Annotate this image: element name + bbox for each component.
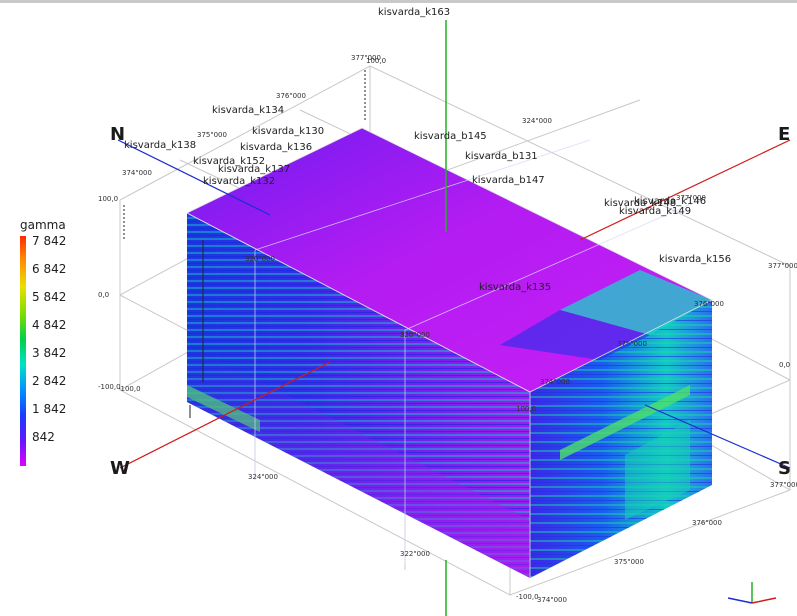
- axis-tick: 375"000: [617, 340, 647, 348]
- well-label[interactable]: kisvarda_b131: [465, 151, 538, 162]
- well-label[interactable]: kisvarda_b145: [414, 131, 487, 142]
- axis-tick: 100,0: [366, 57, 386, 65]
- axis-tick: 0,0: [98, 291, 109, 299]
- well-label[interactable]: kisvarda_b147: [472, 175, 545, 186]
- axis-tick: 374"000: [537, 596, 567, 604]
- axis-tick: 376"000: [276, 92, 306, 100]
- axis-tick: 374"000: [540, 378, 570, 386]
- axis-tick: 0,0: [779, 361, 790, 369]
- axis-tick: -100,0: [516, 593, 539, 601]
- well-label[interactable]: kisvarda_k132: [203, 176, 275, 187]
- compass-west: W: [110, 458, 130, 479]
- volume-scene[interactable]: N E W S kisvarda_k163 kisvarda_k134 kisv…: [0, 0, 797, 616]
- well-label[interactable]: kisvarda_k130: [252, 126, 324, 137]
- well-label[interactable]: kisvarda_k134: [212, 105, 284, 116]
- axis-tick: 320"000: [245, 255, 275, 263]
- orientation-triad-icon: [727, 582, 777, 604]
- legend-label: 5 842: [32, 290, 67, 304]
- legend-label: 3 842: [32, 346, 67, 360]
- viewer-canvas[interactable]: N E W S kisvarda_k163 kisvarda_k134 kisv…: [0, 0, 797, 616]
- legend-label: 1 842: [32, 402, 67, 416]
- axis-tick: 375"000: [197, 131, 227, 139]
- axis-tick: -100,0: [118, 385, 141, 393]
- axis-tick: 376"000: [692, 519, 722, 527]
- compass-east: E: [778, 124, 790, 145]
- axis-tick: 324"000: [522, 117, 552, 125]
- axis-tick: 377"000: [676, 194, 706, 202]
- gamma-color-legend: gamma 7 842 6 842 5 842 4 842 3 842 2 84…: [14, 218, 84, 468]
- legend-label: 2 842: [32, 374, 67, 388]
- axis-tick: 324"000: [248, 473, 278, 481]
- legend-label: 7 842: [32, 234, 67, 248]
- well-label[interactable]: kisvarda_k156: [659, 254, 731, 265]
- well-label[interactable]: kisvarda_k135: [479, 282, 551, 293]
- compass-south: S: [778, 458, 791, 479]
- axis-tick: 375"000: [614, 558, 644, 566]
- axis-tick: 374"000: [122, 169, 152, 177]
- axis-tick: 322"000: [400, 550, 430, 558]
- legend-label: 4 842: [32, 318, 67, 332]
- axis-tick: 100,0: [516, 405, 536, 413]
- legend-title: gamma: [20, 218, 66, 232]
- legend-label: 6 842: [32, 262, 67, 276]
- compass-north: N: [110, 124, 125, 145]
- well-label[interactable]: kisvarda_k163: [378, 7, 450, 18]
- east-axis-line: [579, 139, 791, 241]
- axis-tick: 100,0: [98, 195, 118, 203]
- axis-tick: 377"000: [768, 262, 797, 270]
- well-label[interactable]: kisvarda_k138: [124, 140, 196, 151]
- legend-color-bar: [20, 236, 26, 466]
- well-label[interactable]: kisvarda_k136: [240, 142, 312, 153]
- well-label[interactable]: kisvarda_k137: [218, 164, 290, 175]
- axis-tick: 376"000: [694, 300, 724, 308]
- well-label[interactable]: kisvarda_k149: [619, 206, 691, 217]
- axis-tick: 320"000: [400, 331, 430, 339]
- legend-label: 842: [32, 430, 55, 444]
- axis-tick: 377"000: [770, 481, 797, 489]
